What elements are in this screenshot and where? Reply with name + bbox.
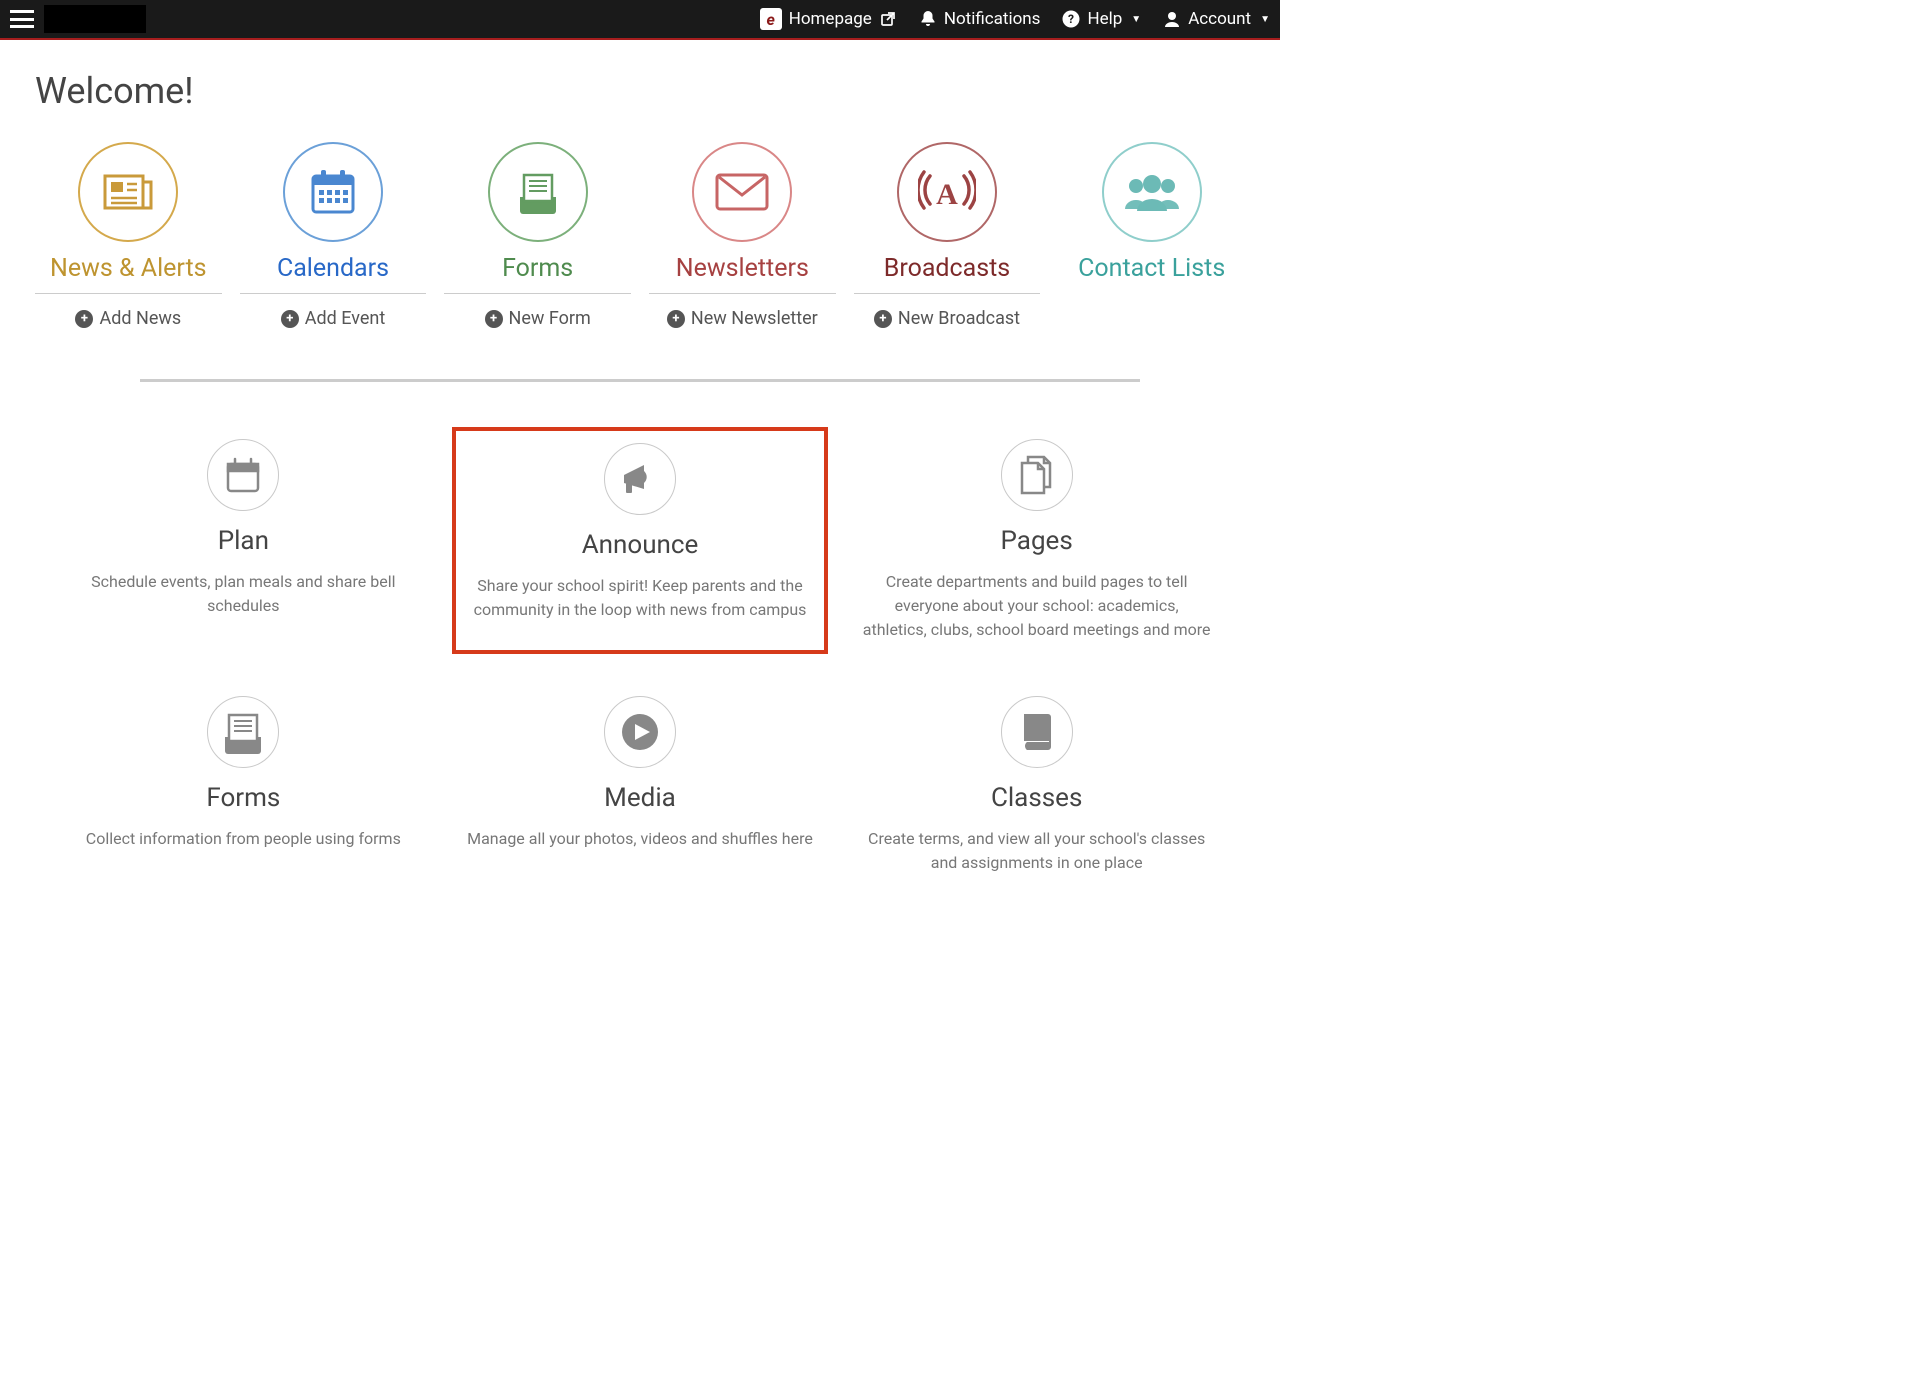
- nav-action-label: New Newsletter: [691, 308, 818, 329]
- chevron-down-icon: ▼: [1131, 14, 1141, 25]
- separator: [35, 293, 222, 294]
- plus-icon: +: [281, 310, 299, 328]
- nav-card-newsletters: Newsletters + New Newsletter: [649, 142, 836, 329]
- feature-desc: Share your school spirit! Keep parents a…: [468, 574, 813, 622]
- bell-icon: [919, 10, 937, 28]
- nav-label[interactable]: Contact Lists: [1058, 254, 1245, 283]
- feature-desc: Create departments and build pages to te…: [862, 570, 1212, 642]
- notifications-label: Notifications: [944, 9, 1041, 29]
- plus-icon: +: [75, 310, 93, 328]
- feature-card-plan: Plan Schedule events, plan meals and sha…: [55, 427, 432, 654]
- plus-icon: +: [485, 310, 503, 328]
- nav-grid: News & Alerts + Add News Calendars + Add…: [35, 142, 1245, 329]
- feature-title[interactable]: Pages: [860, 526, 1213, 556]
- help-link[interactable]: ? Help ▼: [1062, 9, 1141, 29]
- nav-action-label: New Broadcast: [898, 308, 1020, 329]
- feature-title[interactable]: Classes: [860, 783, 1213, 813]
- plus-icon: +: [667, 310, 685, 328]
- feature-desc: Collect information from people using fo…: [68, 827, 418, 851]
- user-icon: [1163, 10, 1181, 28]
- feature-title[interactable]: Announce: [468, 530, 813, 560]
- announce-icon[interactable]: [604, 443, 676, 515]
- form-icon[interactable]: [488, 142, 588, 242]
- feature-title[interactable]: Media: [464, 783, 817, 813]
- feature-title[interactable]: Forms: [67, 783, 420, 813]
- svg-text:?: ?: [1068, 12, 1074, 26]
- topbar-right: e Homepage Notifications ? Help ▼ Accoun…: [760, 8, 1270, 30]
- feature-card-pages: Pages Create departments and build pages…: [848, 427, 1225, 654]
- feature-desc: Create terms, and view all your school's…: [862, 827, 1212, 875]
- logo[interactable]: [44, 5, 146, 33]
- account-link[interactable]: Account ▼: [1163, 9, 1270, 29]
- svg-text:A: A: [936, 178, 958, 211]
- nav-action-label: Add News: [99, 308, 181, 329]
- nav-label[interactable]: News & Alerts: [35, 254, 222, 283]
- form-gray-icon[interactable]: [207, 696, 279, 768]
- contacts-icon[interactable]: [1102, 142, 1202, 242]
- separator: [649, 293, 836, 294]
- nav-action-label: New Form: [509, 308, 591, 329]
- nav-action-new-broadcast[interactable]: + New Broadcast: [854, 308, 1041, 329]
- news-icon[interactable]: [78, 142, 178, 242]
- nav-card-contact-lists: Contact Lists: [1058, 142, 1245, 329]
- main-content: Welcome! News & Alerts + Add News Calend…: [0, 40, 1280, 917]
- feature-desc: Manage all your photos, videos and shuff…: [465, 827, 815, 851]
- nav-label[interactable]: Forms: [444, 254, 631, 283]
- homepage-label: Homepage: [789, 9, 872, 29]
- account-label: Account: [1188, 9, 1251, 29]
- nav-action-add-event[interactable]: + Add Event: [240, 308, 427, 329]
- nav-action-label: Add Event: [305, 308, 386, 329]
- separator: [240, 293, 427, 294]
- envelope-icon[interactable]: [692, 142, 792, 242]
- external-link-icon: [879, 10, 897, 28]
- nav-card-broadcasts: A Broadcasts + New Broadcast: [854, 142, 1041, 329]
- topbar: e Homepage Notifications ? Help ▼ Accoun…: [0, 0, 1280, 40]
- pages-icon[interactable]: [1001, 439, 1073, 511]
- menu-icon[interactable]: [10, 10, 34, 28]
- feature-card-announce: Announce Share your school spirit! Keep …: [452, 427, 829, 654]
- nav-action-new-newsletter[interactable]: + New Newsletter: [649, 308, 836, 329]
- calendar-icon[interactable]: [283, 142, 383, 242]
- separator: [444, 293, 631, 294]
- feature-card-media: Media Manage all your photos, videos and…: [452, 684, 829, 887]
- plus-icon: +: [874, 310, 892, 328]
- nav-action-new-form[interactable]: + New Form: [444, 308, 631, 329]
- notifications-link[interactable]: Notifications: [919, 9, 1041, 29]
- help-label: Help: [1087, 9, 1122, 29]
- nav-action-add-news[interactable]: + Add News: [35, 308, 222, 329]
- classes-icon[interactable]: [1001, 696, 1073, 768]
- page-title: Welcome!: [35, 70, 1245, 112]
- chevron-down-icon: ▼: [1260, 14, 1270, 25]
- feature-desc: Schedule events, plan meals and share be…: [68, 570, 418, 618]
- help-icon: ?: [1062, 10, 1080, 28]
- separator: [854, 293, 1041, 294]
- homepage-link[interactable]: e Homepage: [760, 8, 897, 30]
- topbar-left: [10, 5, 146, 33]
- nav-card-calendars: Calendars + Add Event: [240, 142, 427, 329]
- media-icon[interactable]: [604, 696, 676, 768]
- plan-icon[interactable]: [207, 439, 279, 511]
- app-icon: e: [760, 8, 782, 30]
- nav-label[interactable]: Newsletters: [649, 254, 836, 283]
- nav-label[interactable]: Calendars: [240, 254, 427, 283]
- nav-card-forms: Forms + New Form: [444, 142, 631, 329]
- divider: [140, 379, 1140, 382]
- broadcast-icon[interactable]: A: [897, 142, 997, 242]
- feature-card-forms: Forms Collect information from people us…: [55, 684, 432, 887]
- feature-grid: Plan Schedule events, plan meals and sha…: [55, 427, 1225, 887]
- nav-card-news-alerts: News & Alerts + Add News: [35, 142, 222, 329]
- nav-label[interactable]: Broadcasts: [854, 254, 1041, 283]
- feature-card-classes: Classes Create terms, and view all your …: [848, 684, 1225, 887]
- feature-title[interactable]: Plan: [67, 526, 420, 556]
